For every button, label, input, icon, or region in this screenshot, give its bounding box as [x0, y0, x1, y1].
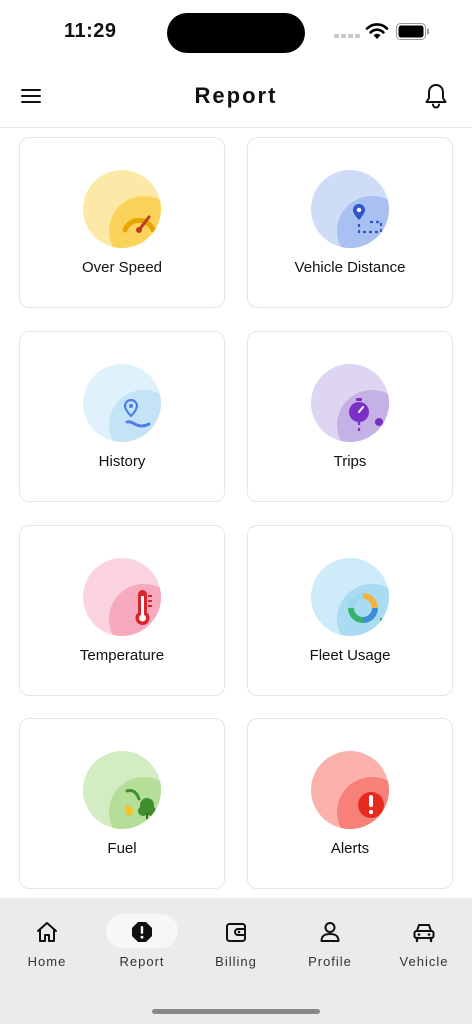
status-time: 11:29: [64, 20, 117, 42]
report-icon: [132, 922, 152, 942]
report-card-fleet-usage[interactable]: Fleet Usage: [247, 525, 453, 696]
home-indicator: [152, 1009, 320, 1014]
wallet-icon: [226, 923, 246, 942]
fuel-icon-circle: [83, 751, 161, 829]
dynamic-island: [167, 13, 305, 53]
report-card-label: Trips: [333, 453, 367, 470]
report-card-label: Vehicle Distance: [294, 259, 406, 276]
route-pin-icon: [353, 204, 383, 234]
location-history-icon: [123, 398, 151, 428]
home-icon: [37, 922, 57, 942]
nav-item-profile[interactable]: Profile: [290, 916, 370, 976]
alert-exclamation-icon: [358, 792, 384, 818]
report-card-temperature[interactable]: Temperature: [19, 525, 225, 696]
nav-label: Profile: [308, 954, 352, 969]
nav-item-report[interactable]: Report: [102, 914, 182, 976]
report-card-alerts[interactable]: Alerts: [247, 718, 453, 889]
report-card-label: Temperature: [79, 647, 165, 664]
over-speed-icon-circle: [83, 170, 161, 248]
nav-label: Home: [27, 954, 67, 969]
fuel-leaf-icon: [125, 789, 156, 819]
nav-label: Report: [119, 954, 165, 969]
page-title: Report: [194, 83, 278, 108]
bottom-nav: Home Report Billing Profile Vehicle: [0, 898, 472, 1024]
speedometer-icon: [122, 215, 156, 233]
report-card-label: History: [98, 453, 146, 470]
report-card-label: Fuel: [107, 840, 137, 857]
car-icon: [413, 924, 435, 943]
nav-item-vehicle[interactable]: Vehicle: [384, 916, 464, 976]
report-card-trips[interactable]: Trips: [247, 331, 453, 502]
report-card-label: Over Speed: [81, 259, 163, 276]
temperature-icon-circle: [83, 558, 161, 636]
nav-label: Vehicle: [399, 954, 449, 969]
report-card-over-speed[interactable]: Over Speed: [19, 137, 225, 308]
vehicle-distance-icon-circle: [311, 170, 389, 248]
user-icon: [320, 922, 340, 942]
report-card-vehicle-distance[interactable]: Vehicle Distance: [247, 137, 453, 308]
nav-label: Billing: [215, 954, 257, 969]
thermometer-icon: [135, 590, 152, 625]
cellular-signal-icon: [334, 34, 360, 40]
notification-bell-icon[interactable]: [422, 82, 450, 110]
history-icon-circle: [83, 364, 161, 442]
screen: 11:29 Report Over Speed Vehicle Distance…: [0, 0, 472, 1024]
nav-item-billing[interactable]: Billing: [196, 916, 276, 976]
trips-icon-circle: [311, 364, 389, 442]
donut-chart-icon: [348, 593, 384, 626]
report-card-label: Alerts: [330, 840, 370, 857]
app-header: Report: [0, 64, 472, 128]
fleet-usage-icon-circle: [311, 558, 389, 636]
wifi-icon: [365, 23, 389, 39]
report-card-label: Fleet Usage: [309, 647, 391, 664]
battery-icon: [396, 23, 429, 40]
status-bar: 11:29: [0, 0, 472, 64]
alerts-icon-circle: [311, 751, 389, 829]
nav-item-home[interactable]: Home: [7, 916, 87, 976]
report-card-history[interactable]: History: [19, 331, 225, 502]
stopwatch-icon: [349, 398, 383, 432]
report-card-fuel[interactable]: Fuel: [19, 718, 225, 889]
